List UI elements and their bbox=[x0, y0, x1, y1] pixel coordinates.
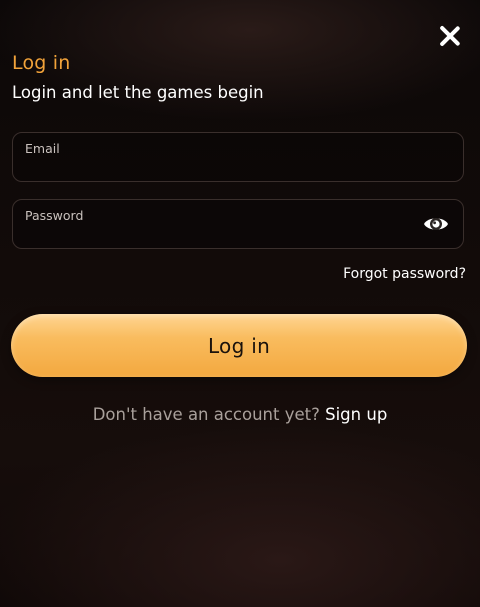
dialog-subtitle: Login and let the games begin bbox=[12, 83, 264, 102]
password-field[interactable]: Password bbox=[12, 199, 464, 249]
signup-prompt: Don't have an account yet? bbox=[92, 405, 326, 424]
signup-row: Don't have an account yet? Sign up bbox=[0, 405, 480, 424]
login-button[interactable]: Log in bbox=[11, 314, 467, 377]
email-field[interactable]: Email bbox=[12, 132, 464, 182]
eye-icon[interactable] bbox=[423, 213, 449, 235]
password-input[interactable] bbox=[25, 225, 415, 243]
signup-link[interactable]: Sign up bbox=[325, 405, 387, 424]
login-button-label: Log in bbox=[207, 333, 271, 358]
dialog-title: Log in bbox=[12, 52, 71, 74]
password-label: Password bbox=[25, 208, 84, 223]
email-label: Email bbox=[25, 141, 60, 156]
close-icon[interactable] bbox=[437, 23, 463, 49]
forgot-password-link[interactable]: Forgot password? bbox=[343, 266, 466, 282]
email-input[interactable] bbox=[25, 158, 415, 176]
